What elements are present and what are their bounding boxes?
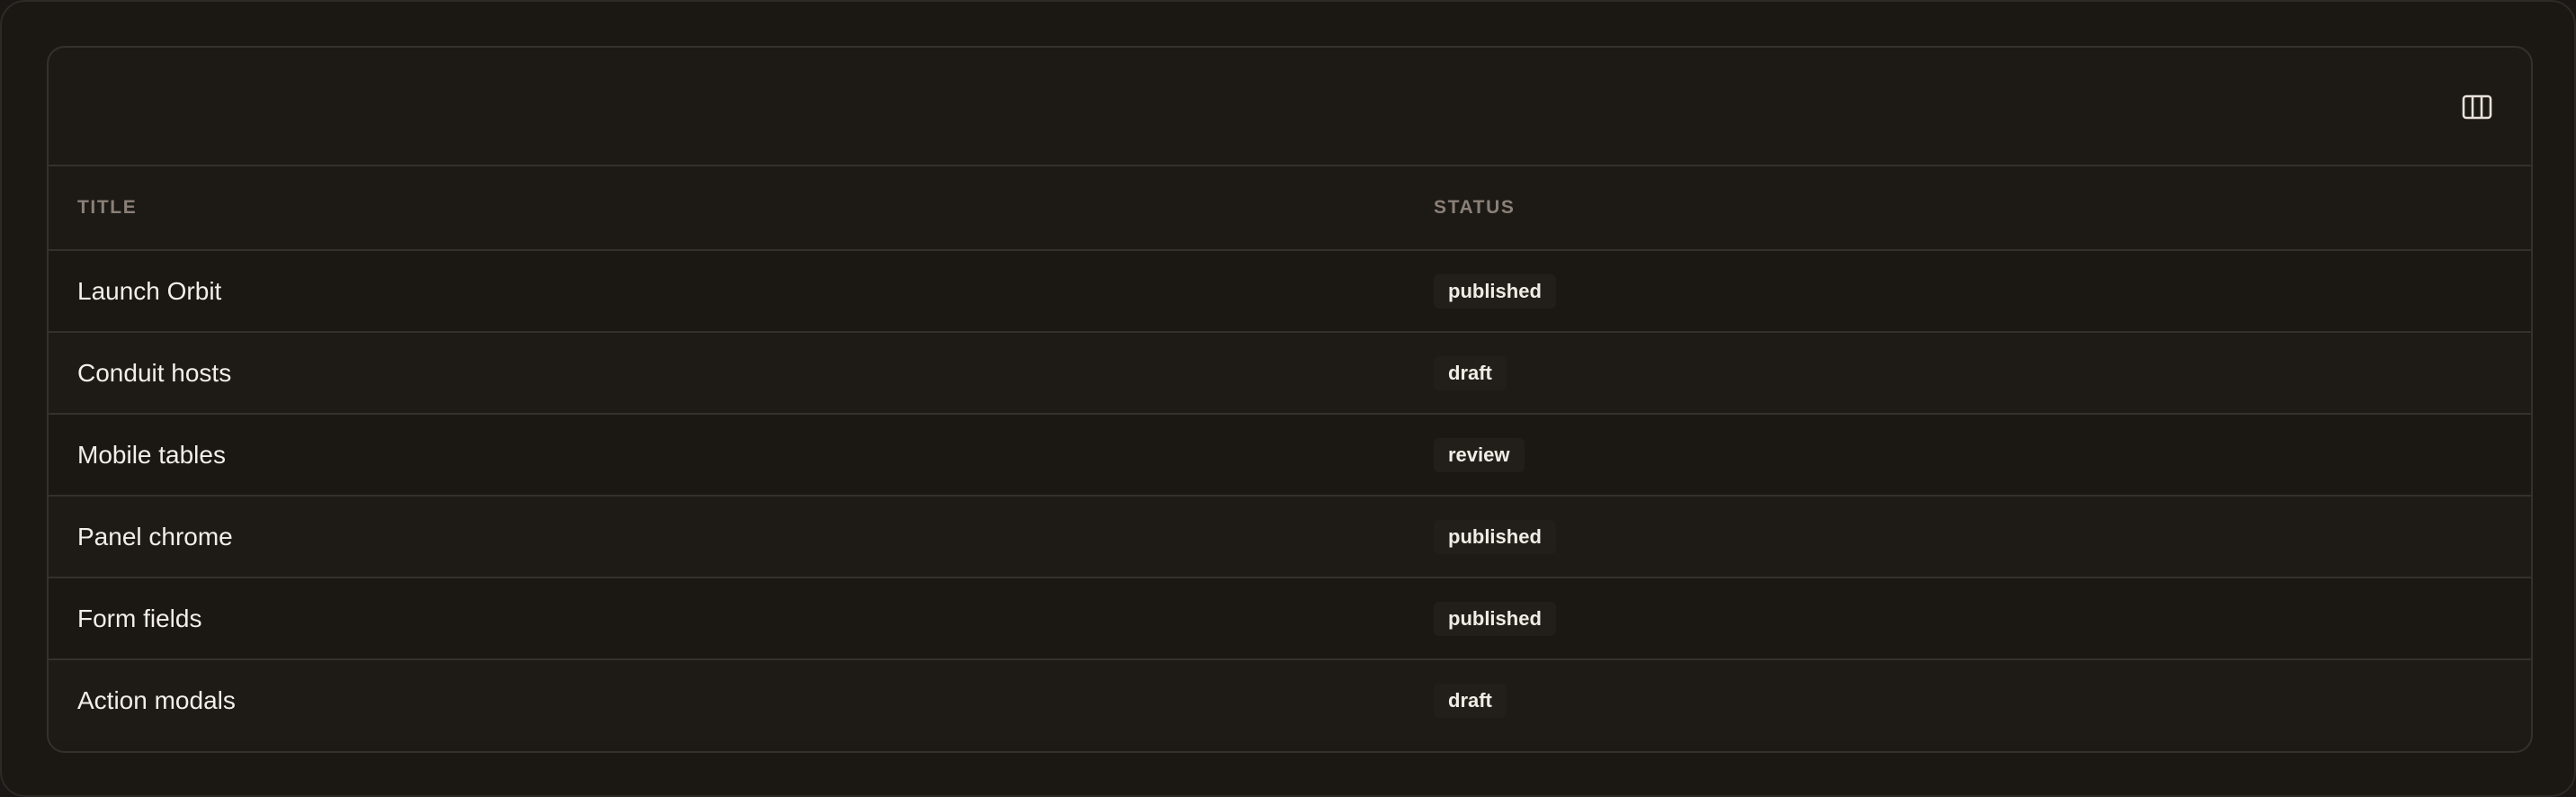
table-row[interactable]: Form fields published xyxy=(49,578,2531,660)
status-badge: published xyxy=(1434,519,1556,554)
table-row[interactable]: Action modals draft xyxy=(49,660,2531,740)
column-header-status[interactable]: STATUS xyxy=(1434,166,1515,249)
row-title: Launch Orbit xyxy=(77,276,222,305)
status-badge: review xyxy=(1434,437,1525,472)
row-title: Form fields xyxy=(77,604,202,632)
row-title: Action modals xyxy=(77,685,236,714)
columns-icon xyxy=(2462,94,2492,120)
row-title: Conduit hosts xyxy=(77,358,232,387)
status-badge: published xyxy=(1434,273,1556,309)
status-badge: draft xyxy=(1434,683,1507,718)
table-row[interactable]: Mobile tables review xyxy=(49,415,2531,497)
column-toggle-button[interactable] xyxy=(2461,91,2493,123)
table-toolbar xyxy=(49,48,2531,166)
row-title: Panel chrome xyxy=(77,522,233,551)
table-row[interactable]: Panel chrome published xyxy=(49,497,2531,578)
table-row[interactable]: Launch Orbit published xyxy=(49,251,2531,333)
table-panel: TITLE STATUS Launch Orbit published Cond… xyxy=(47,46,2533,753)
column-header-title[interactable]: TITLE xyxy=(77,166,137,249)
table-row[interactable]: Conduit hosts draft xyxy=(49,333,2531,415)
data-table: TITLE STATUS Launch Orbit published Cond… xyxy=(49,166,2531,740)
table-header: TITLE STATUS xyxy=(49,166,2531,251)
app-frame: TITLE STATUS Launch Orbit published Cond… xyxy=(0,0,2576,797)
status-badge: published xyxy=(1434,601,1556,636)
table-body: Launch Orbit published Conduit hosts dra… xyxy=(49,251,2531,740)
row-title: Mobile tables xyxy=(77,440,226,469)
status-badge: draft xyxy=(1434,355,1507,390)
